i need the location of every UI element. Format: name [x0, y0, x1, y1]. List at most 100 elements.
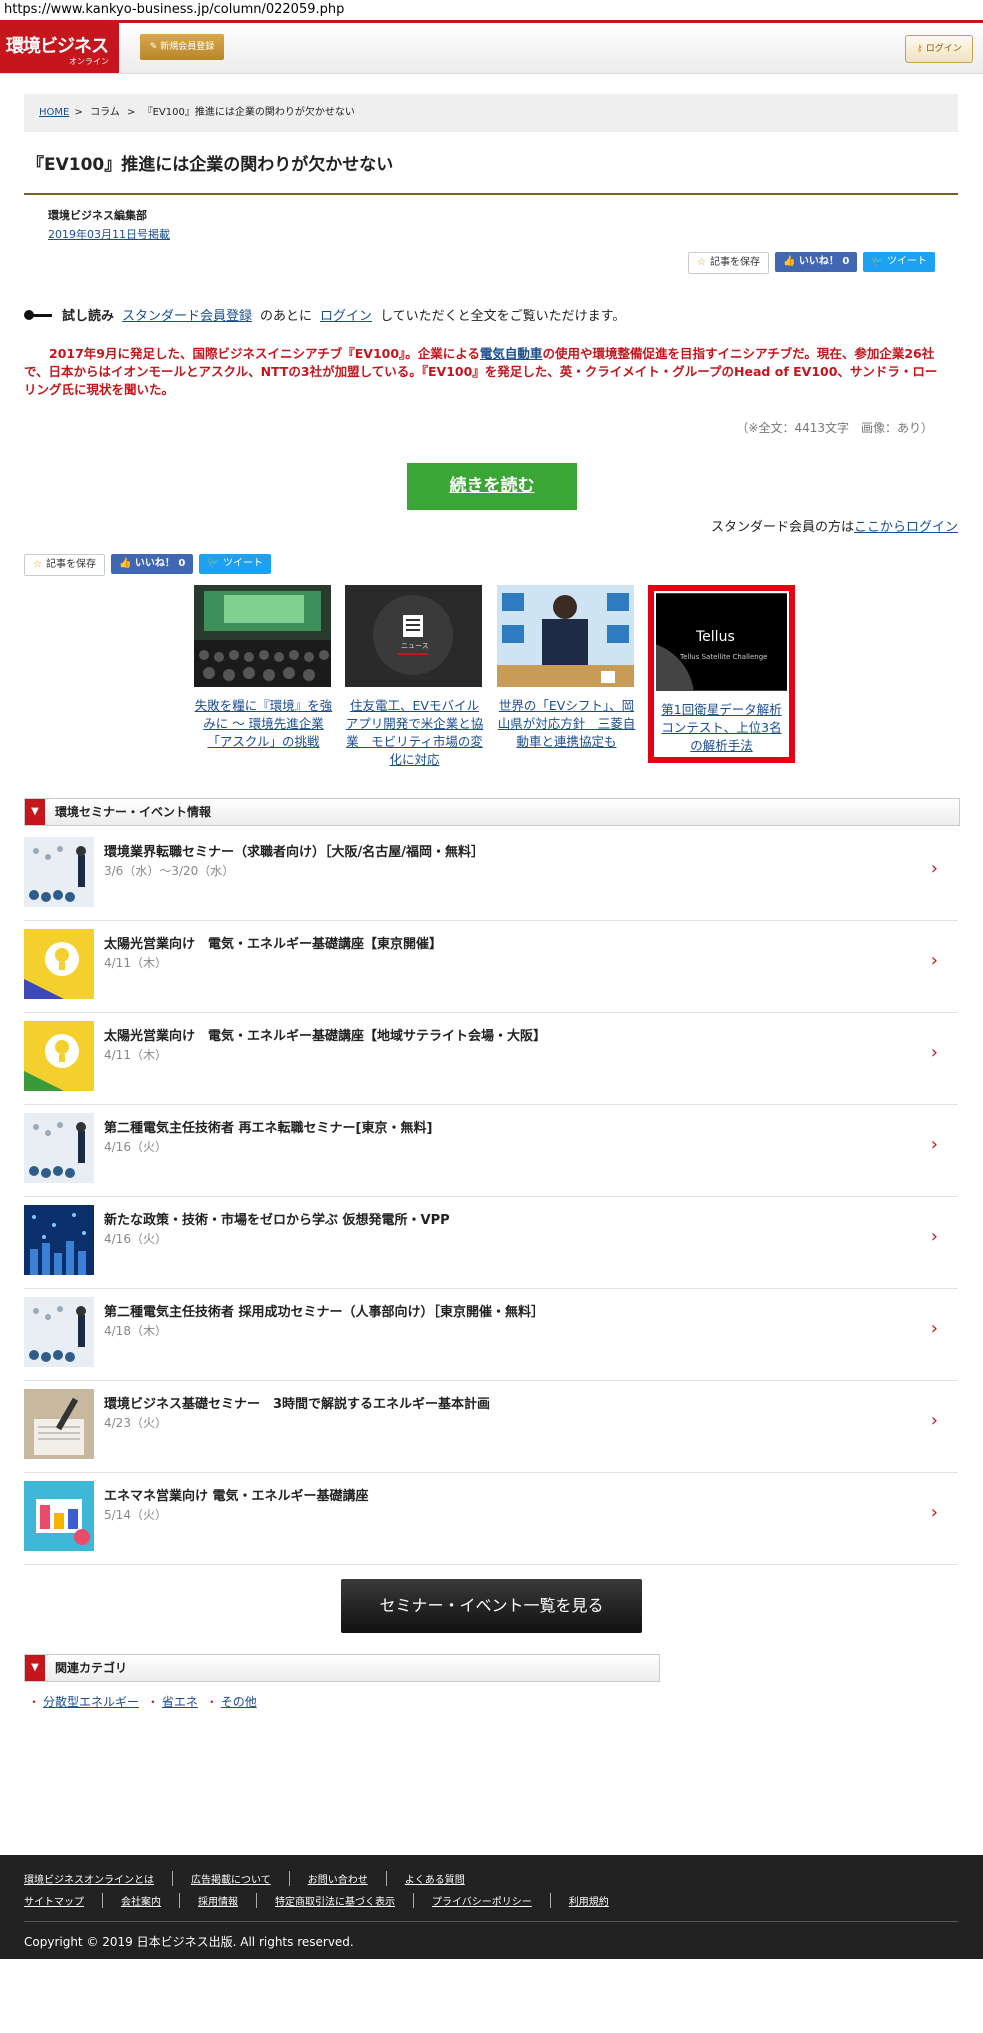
chevron-right-icon: › [930, 1318, 938, 1339]
chevron-right-icon: › [930, 1502, 938, 1523]
standard-member-login: スタンダード会員の方はここからログイン [711, 516, 958, 535]
all-events-button[interactable]: セミナー・イベント一覧を見る [341, 1579, 642, 1633]
event-item[interactable]: 環境ビジネス基礎セミナー 3時間で解説するエネルギー基本計画 4/23（火） › [24, 1380, 958, 1473]
trial-label: 試し読み [62, 309, 115, 324]
related-link[interactable]: 失敗を糧に『環境』を強みに ～ 環境先進企業「アスクル」の挑戦 [195, 698, 333, 749]
event-date: 3/6（水）～3/20（水） [104, 864, 235, 878]
bird-icon: 🐦 [871, 256, 887, 267]
like-button[interactable]: 👍 いいね！ 0 [110, 554, 194, 574]
seminar-thumbnail [24, 837, 94, 907]
event-date: 4/11（木） [104, 1048, 167, 1062]
event-item[interactable]: 新たな政策・技術・市場をゼロから学ぶ 仮想発電所・VPP 4/16（火） › [24, 1196, 958, 1289]
related-article[interactable]: 世界の「EVシフト」、岡山県が対応方針 三菱自動車と連携協定も [497, 585, 636, 751]
event-item[interactable]: 太陽光営業向け 電気・エネルギー基礎講座【東京開催】 4/11（木） › [24, 920, 958, 1013]
std-login-link[interactable]: ここからログイン [854, 520, 958, 535]
event-title: 第二種電気主任技術者 再エネ転職セミナー[東京・無料] [104, 1121, 433, 1136]
article-date[interactable]: 2019年03月11日号掲載 [48, 226, 170, 242]
breadcrumb-column: コラム [90, 107, 120, 118]
ev-link[interactable]: 電気自動車 [480, 346, 543, 361]
related-article[interactable]: 失敗を糧に『環境』を強みに ～ 環境先進企業「アスクル」の挑戦 [194, 585, 333, 751]
bullet-icon: ・ [28, 1695, 41, 1709]
category-link[interactable]: 省エネ [162, 1695, 198, 1709]
footer-link[interactable]: 広告掲載について [191, 1871, 290, 1886]
footer-link[interactable]: プライバシーポリシー [432, 1893, 551, 1908]
login-link[interactable]: ログイン [320, 305, 372, 324]
standard-register-link[interactable]: スタンダード会員登録 [122, 305, 252, 324]
star-icon: ☆ [697, 257, 706, 268]
tweet-label: ツイート [223, 558, 263, 569]
breadcrumb-home[interactable]: HOME [39, 107, 69, 118]
register-label: 新規会員登録 [160, 42, 215, 52]
save-article-button[interactable]: ☆ 記事を保存 [688, 252, 769, 274]
trial-read-notice: 試し読み スタンダード会員登録 のあとに ログイン していただくと全文をご覧いた… [24, 305, 625, 324]
related-link[interactable]: 世界の「EVシフト」、岡山県が対応方針 三菱自動車と連携協定も [498, 698, 636, 749]
news-label: ニュース [401, 642, 429, 650]
copyright: Copyright © 2019 日本ビジネス出版. All rights re… [24, 1935, 354, 1949]
footer-link[interactable]: 会社案内 [121, 1893, 180, 1908]
footer-links-row1: 環境ビジネスオンラインとは 広告掲載について お問い合わせ よくある質問 [24, 1871, 501, 1886]
tweet-button[interactable]: 🐦 ツイート [199, 554, 271, 574]
tweet-button[interactable]: 🐦 ツイート [863, 252, 935, 272]
related-article[interactable]: ニュース 住友電工、EVモバイルアプリ開発で米企業と協業 モビリティ市場の変化に… [345, 585, 484, 769]
news-thumbnail [345, 585, 482, 687]
bullet-icon: ・ [146, 1695, 159, 1709]
footer-link[interactable]: 環境ビジネスオンラインとは [24, 1871, 173, 1886]
like-label: いいね！ 0 [798, 256, 850, 267]
breadcrumb-separator: > [74, 107, 83, 118]
footer-link[interactable]: サイトマップ [24, 1893, 103, 1908]
related-article-highlighted[interactable]: Tellus Tellus Satellite Challenge 第1回衛星デ… [579, 585, 795, 763]
read-more-button[interactable]: 続きを読む [407, 463, 577, 510]
save-article-button[interactable]: ☆ 記事を保存 [24, 554, 105, 576]
chevron-right-icon: › [930, 950, 938, 971]
seminar-section-heading: ▼ 環境セミナー・イベント情報 [24, 798, 960, 826]
related-link[interactable]: 住友電工、EVモバイルアプリ開発で米企業と協業 モビリティ市場の変化に対応 [346, 698, 484, 767]
event-item[interactable]: 太陽光営業向け 電気・エネルギー基礎講座【地域サテライト会場・大阪】 4/11（… [24, 1012, 958, 1105]
register-button[interactable]: ✎ 新規会員登録 [140, 34, 224, 60]
category-link[interactable]: その他 [221, 1695, 257, 1709]
chevron-right-icon: › [930, 1134, 938, 1155]
tellus-subtitle: Tellus Satellite Challenge [680, 653, 768, 661]
seminar-thumbnail [24, 1113, 94, 1183]
login-button[interactable]: ⚷ ログイン [905, 35, 973, 63]
footer-link[interactable]: 利用規約 [569, 1893, 627, 1908]
key-icon [24, 309, 54, 320]
chevron-right-icon: › [930, 858, 938, 879]
seminar-thumbnail [24, 1021, 94, 1091]
seminar-thumbnail [24, 929, 94, 999]
seminar-heading-label: 環境セミナー・イベント情報 [55, 805, 212, 819]
title-divider [24, 193, 958, 195]
chevron-right-icon: › [930, 1226, 938, 1247]
social-buttons-top: ☆ 記事を保存 👍 いいね！ 0 🐦 ツイート [688, 252, 935, 274]
social-buttons-bottom: ☆ 記事を保存 👍 いいね！ 0 🐦 ツイート [24, 554, 271, 576]
chevron-down-icon: ▼ [25, 1655, 45, 1681]
footer-link[interactable]: お問い合わせ [308, 1871, 387, 1886]
breadcrumb: HOME > コラム > 『EV100』推進には企業の関わりが欠かせない [24, 94, 958, 132]
footer-link[interactable]: 採用情報 [198, 1893, 257, 1908]
like-button[interactable]: 👍 いいね！ 0 [774, 252, 858, 272]
event-item[interactable]: 第二種電気主任技術者 採用成功セミナー（人事部向け）［東京開催・無料］ 4/18… [24, 1288, 958, 1381]
event-date: 4/18（木） [104, 1324, 167, 1338]
event-item[interactable]: 第二種電気主任技術者 再エネ転職セミナー[東京・無料] 4/16（火） › [24, 1104, 958, 1197]
event-title: 太陽光営業向け 電気・エネルギー基礎講座【東京開催】 [104, 937, 443, 952]
key-icon: ⚷ [916, 44, 923, 54]
footer-link[interactable]: よくある質問 [405, 1871, 483, 1886]
related-link[interactable]: 第1回衛星データ解析コンテスト、上位3名の解析手法 [661, 702, 781, 753]
seminar-thumbnail [24, 1205, 94, 1275]
footer-link[interactable]: 特定商取引法に基づく表示 [275, 1893, 414, 1908]
category-link[interactable]: 分散型エネルギー [43, 1695, 139, 1709]
event-title: 環境業界転職セミナー（求職者向け）［大阪/名古屋/福岡・無料］ [104, 845, 484, 860]
seminar-thumbnail [24, 1297, 94, 1367]
event-title: エネマネ営業向け 電気・エネルギー基礎講座 [104, 1489, 369, 1504]
event-title: 第二種電気主任技術者 採用成功セミナー（人事部向け）［東京開催・無料］ [104, 1305, 545, 1320]
read-more-label: 続きを読む [449, 476, 535, 496]
bullet-icon: ・ [205, 1695, 218, 1709]
logo-main: 環境ビジネス [6, 36, 109, 57]
event-title: 環境ビジネス基礎セミナー 3時間で解説するエネルギー基本計画 [104, 1397, 491, 1412]
site-logo[interactable]: 環境ビジネス オンライン [0, 23, 119, 73]
address-bar[interactable]: https://www.kankyo-business.jp/column/02… [0, 0, 983, 23]
site-footer: 環境ビジネスオンラインとは 広告掲載について お問い合わせ よくある質問 サイト… [0, 1855, 983, 1959]
event-item[interactable]: エネマネ営業向け 電気・エネルギー基礎講座 5/14（火） › [24, 1472, 958, 1565]
event-item[interactable]: 環境業界転職セミナー（求職者向け）［大阪/名古屋/福岡・無料］ 3/6（水）～3… [24, 828, 958, 921]
event-date: 4/11（木） [104, 956, 167, 970]
article-meta: （※全文：4413文字 画像：あり） [736, 421, 933, 435]
